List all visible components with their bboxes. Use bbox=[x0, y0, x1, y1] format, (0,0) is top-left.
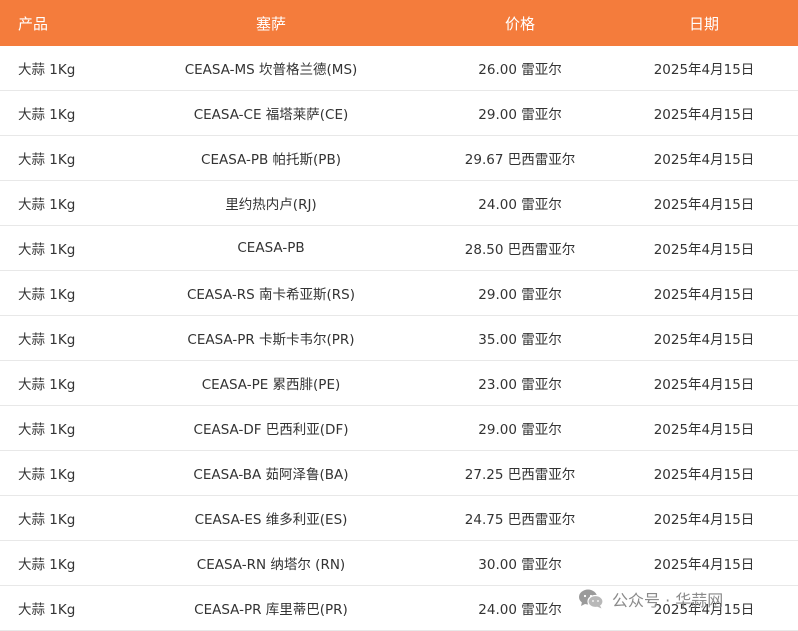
cell-market: CEASA-PB bbox=[237, 240, 305, 256]
cell-market: CEASA-ES 维多利亚(ES) bbox=[194, 512, 348, 528]
header-date: 日期 bbox=[688, 14, 719, 33]
cell-date: 2025年4月15日 bbox=[653, 557, 755, 573]
cell-product: 大蒜 1Kg bbox=[18, 107, 76, 123]
cell-market: CEASA-CE 福塔莱萨(CE) bbox=[193, 107, 349, 123]
cell-price: 30.00 雷亚尔 bbox=[478, 557, 562, 573]
cell-market: CEASA-BA 茹阿泽鲁(BA) bbox=[193, 467, 349, 483]
cell-price: 24.00 雷亚尔 bbox=[478, 197, 562, 213]
cell-price: 29.00 雷亚尔 bbox=[478, 287, 562, 303]
cell-price: 27.25 巴西雷亚尔 bbox=[464, 467, 576, 483]
table-row: 大蒜 1Kg CEASA-RS 南卡希亚斯(RS) 29.00 雷亚尔 2025… bbox=[0, 271, 798, 316]
cell-date: 2025年4月15日 bbox=[653, 422, 755, 438]
table-row: 大蒜 1Kg CEASA-CE 福塔莱萨(CE) 29.00 雷亚尔 2025年… bbox=[0, 91, 798, 136]
cell-market: CEASA-PR 卡斯卡韦尔(PR) bbox=[187, 332, 355, 348]
cell-product: 大蒜 1Kg bbox=[18, 152, 76, 168]
cell-product: 大蒜 1Kg bbox=[18, 422, 76, 438]
header-price: 价格 bbox=[504, 14, 535, 33]
cell-date: 2025年4月15日 bbox=[653, 512, 755, 528]
cell-market: CEASA-RN 纳塔尔 (RN) bbox=[196, 557, 346, 573]
wechat-icon bbox=[578, 588, 604, 610]
cell-price: 29.67 巴西雷亚尔 bbox=[464, 152, 576, 168]
cell-date: 2025年4月15日 bbox=[653, 377, 755, 393]
cell-date: 2025年4月15日 bbox=[653, 197, 755, 213]
cell-product: 大蒜 1Kg bbox=[18, 242, 76, 258]
header-product: 产品 bbox=[18, 14, 49, 33]
cell-date: 2025年4月15日 bbox=[653, 467, 755, 483]
cell-date: 2025年4月15日 bbox=[653, 287, 755, 303]
table-header: 产品 塞萨 价格 日期 bbox=[0, 0, 798, 46]
cell-date: 2025年4月15日 bbox=[653, 62, 755, 78]
table-row: 大蒜 1Kg CEASA-PE 累西腓(PE) 23.00 雷亚尔 2025年4… bbox=[0, 361, 798, 406]
cell-product: 大蒜 1Kg bbox=[18, 467, 76, 483]
watermark-text: 公众号 · 华蒜网 bbox=[612, 591, 724, 610]
cell-price: 26.00 雷亚尔 bbox=[478, 62, 562, 78]
cell-price: 23.00 雷亚尔 bbox=[478, 377, 562, 393]
cell-date: 2025年4月15日 bbox=[653, 152, 755, 168]
table-row: 大蒜 1Kg 里约热内卢(RJ) 24.00 雷亚尔 2025年4月15日 bbox=[0, 181, 798, 226]
table-row: 大蒜 1Kg CEASA-ES 维多利亚(ES) 24.75 巴西雷亚尔 202… bbox=[0, 496, 798, 541]
table-row: 大蒜 1Kg CEASA-BA 茹阿泽鲁(BA) 27.25 巴西雷亚尔 202… bbox=[0, 451, 798, 496]
table-row: 大蒜 1Kg CEASA-PR 卡斯卡韦尔(PR) 35.00 雷亚尔 2025… bbox=[0, 316, 798, 361]
cell-price: 29.00 雷亚尔 bbox=[478, 107, 562, 123]
cell-market: CEASA-MS 坎普格兰德(MS) bbox=[184, 62, 358, 78]
header-market: 塞萨 bbox=[255, 14, 286, 33]
price-table: 产品 塞萨 价格 日期 大蒜 1Kg CEASA-MS 坎普格兰德(MS) 26… bbox=[0, 0, 798, 631]
cell-product: 大蒜 1Kg bbox=[18, 512, 76, 528]
cell-market: CEASA-RS 南卡希亚斯(RS) bbox=[186, 287, 356, 303]
cell-market: CEASA-PE 累西腓(PE) bbox=[201, 377, 341, 393]
cell-product: 大蒜 1Kg bbox=[18, 332, 76, 348]
table-row: 大蒜 1Kg CEASA-MS 坎普格兰德(MS) 26.00 雷亚尔 2025… bbox=[0, 46, 798, 91]
table-row: 大蒜 1Kg CEASA-RN 纳塔尔 (RN) 30.00 雷亚尔 2025年… bbox=[0, 541, 798, 586]
table-row: 大蒜 1Kg CEASA-DF 巴西利亚(DF) 29.00 雷亚尔 2025年… bbox=[0, 406, 798, 451]
cell-price: 28.50 巴西雷亚尔 bbox=[464, 242, 576, 258]
cell-product: 大蒜 1Kg bbox=[18, 62, 76, 78]
cell-product: 大蒜 1Kg bbox=[18, 287, 76, 303]
cell-date: 2025年4月15日 bbox=[653, 242, 755, 258]
cell-product: 大蒜 1Kg bbox=[18, 602, 76, 618]
table-row: 大蒜 1Kg CEASA-PB 28.50 巴西雷亚尔 2025年4月15日 bbox=[0, 226, 798, 271]
cell-product: 大蒜 1Kg bbox=[18, 377, 76, 393]
cell-market: 里约热内卢(RJ) bbox=[225, 197, 317, 213]
cell-price: 35.00 雷亚尔 bbox=[478, 332, 562, 348]
cell-market: CEASA-PB 帕托斯(PB) bbox=[201, 152, 341, 168]
cell-price: 24.75 巴西雷亚尔 bbox=[464, 512, 576, 528]
cell-market: CEASA-PR 库里蒂巴(PR) bbox=[194, 602, 348, 618]
table-row: 大蒜 1Kg CEASA-PB 帕托斯(PB) 29.67 巴西雷亚尔 2025… bbox=[0, 136, 798, 181]
cell-market: CEASA-DF 巴西利亚(DF) bbox=[193, 422, 349, 438]
cell-price: 29.00 雷亚尔 bbox=[478, 422, 562, 438]
cell-product: 大蒜 1Kg bbox=[18, 557, 76, 573]
wechat-watermark: 公众号 · 华蒜网 bbox=[578, 586, 723, 612]
cell-date: 2025年4月15日 bbox=[653, 332, 755, 348]
cell-product: 大蒜 1Kg bbox=[18, 197, 76, 213]
cell-date: 2025年4月15日 bbox=[653, 107, 755, 123]
